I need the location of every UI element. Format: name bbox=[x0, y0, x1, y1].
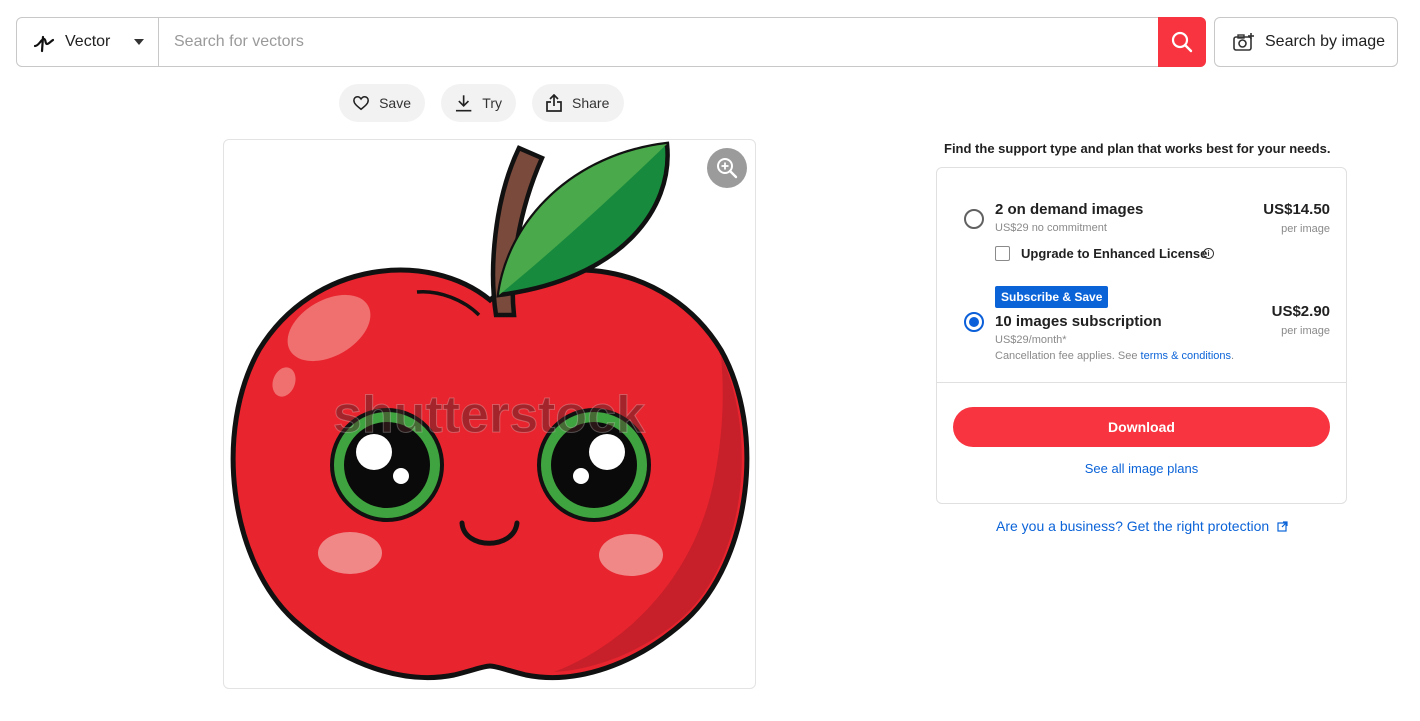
on-demand-price: US$14.50 bbox=[1263, 201, 1330, 218]
share-label: Share bbox=[572, 95, 610, 111]
plans-heading: Find the support type and plan that work… bbox=[944, 141, 1331, 156]
search-button[interactable] bbox=[1158, 17, 1206, 67]
subscription-title: 10 images subscription bbox=[995, 313, 1162, 330]
left-cheek bbox=[318, 532, 382, 574]
asset-type-dropdown[interactable]: Vector bbox=[17, 18, 159, 66]
on-demand-radio[interactable] bbox=[964, 209, 984, 229]
cancellation-note-text: Cancellation fee applies. See bbox=[995, 350, 1141, 362]
try-button[interactable]: Try bbox=[441, 84, 516, 122]
plans-box: 2 on demand images US$29 no commitment U… bbox=[936, 167, 1347, 504]
upgrade-license-label: Upgrade to Enhanced License bbox=[1021, 246, 1208, 261]
subscription-subtitle: US$29/month* bbox=[995, 334, 1067, 346]
cancellation-note-end: . bbox=[1231, 350, 1235, 362]
save-button[interactable]: Save bbox=[339, 84, 425, 122]
download-icon bbox=[455, 95, 472, 112]
subscribe-save-badge: Subscribe & Save bbox=[995, 286, 1109, 308]
heart-icon bbox=[353, 95, 369, 111]
on-demand-per: per image bbox=[1281, 223, 1330, 235]
chevron-down-icon bbox=[134, 39, 144, 45]
subscription-radio[interactable] bbox=[964, 312, 984, 332]
plans-divider bbox=[937, 382, 1346, 383]
cancellation-note: Cancellation fee applies. See terms & co… bbox=[995, 350, 1234, 362]
search-by-image-button[interactable]: Search by image bbox=[1214, 17, 1398, 67]
right-cheek bbox=[599, 534, 663, 576]
try-label: Try bbox=[482, 95, 502, 111]
on-demand-subtitle: US$29 no commitment bbox=[995, 222, 1107, 234]
share-icon bbox=[546, 94, 562, 112]
share-button[interactable]: Share bbox=[532, 84, 624, 122]
asset-type-label: Vector bbox=[65, 33, 111, 50]
business-link-text: Are you a business? Get the right protec… bbox=[996, 518, 1270, 534]
save-label: Save bbox=[379, 95, 411, 111]
search-by-image-label: Search by image bbox=[1265, 33, 1386, 50]
preview-image[interactable]: shutterstock bbox=[223, 139, 756, 689]
download-button[interactable]: Download bbox=[953, 407, 1330, 447]
external-link-icon bbox=[1277, 520, 1288, 532]
see-all-plans-link-wrap: See all image plans bbox=[937, 461, 1346, 476]
subscription-price: US$2.90 bbox=[1271, 303, 1330, 320]
info-icon[interactable]: i bbox=[1203, 248, 1214, 259]
zoom-in-icon bbox=[717, 158, 738, 179]
subscription-per: per image bbox=[1281, 325, 1330, 337]
upgrade-license-checkbox[interactable] bbox=[995, 246, 1010, 261]
apple-illustration: shutterstock bbox=[230, 141, 750, 680]
business-protection-link[interactable]: Are you a business? Get the right protec… bbox=[996, 518, 1288, 534]
search-input[interactable] bbox=[159, 18, 1158, 66]
terms-link[interactable]: terms & conditions bbox=[1141, 350, 1231, 362]
on-demand-title: 2 on demand images bbox=[995, 201, 1144, 218]
search-icon bbox=[1171, 31, 1193, 53]
watermark-text: shutterstock bbox=[333, 386, 645, 444]
see-all-plans-link[interactable]: See all image plans bbox=[1085, 461, 1198, 476]
zoom-button[interactable] bbox=[707, 148, 747, 188]
vector-pen-icon bbox=[33, 35, 55, 53]
camera-plus-icon bbox=[1233, 33, 1254, 51]
search-bar: Vector bbox=[16, 17, 1206, 67]
